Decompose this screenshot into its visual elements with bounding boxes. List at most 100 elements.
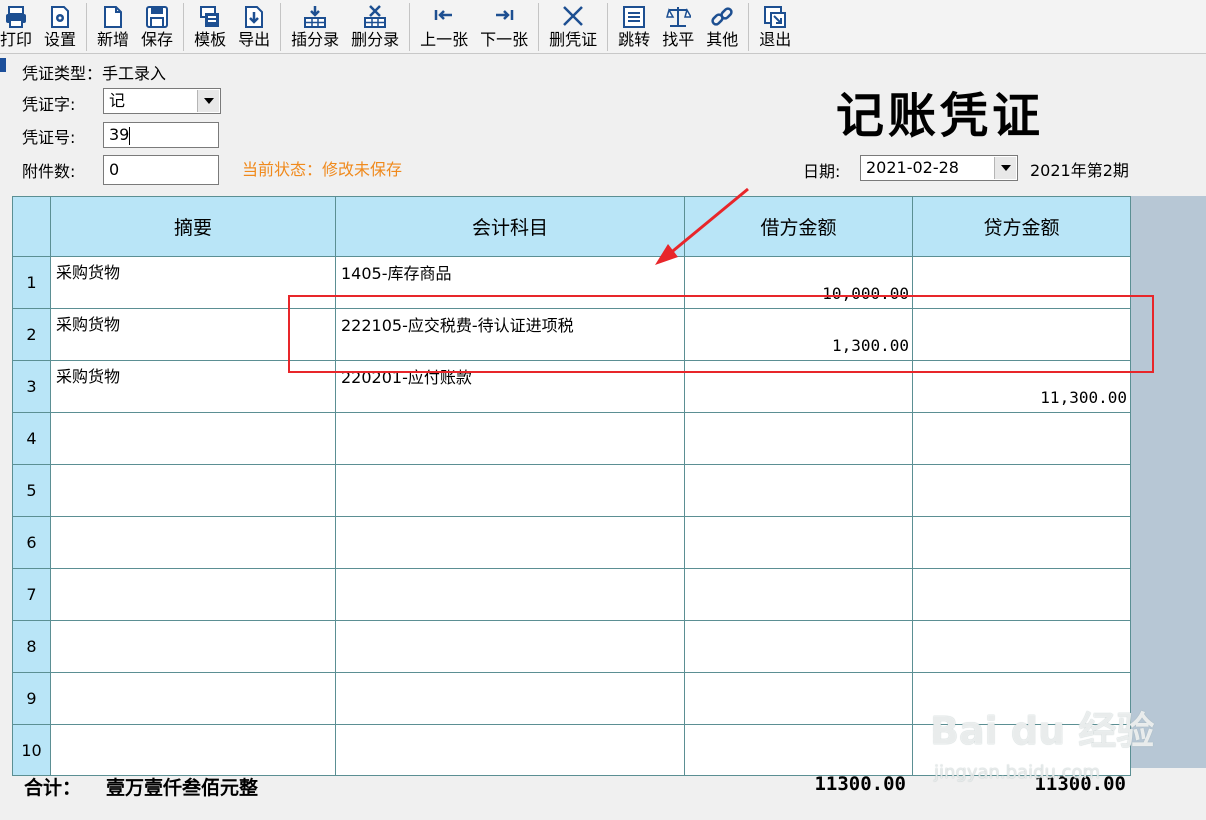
debit-cell[interactable]: 1,300.00 xyxy=(684,308,913,361)
debit-cell[interactable] xyxy=(684,724,913,776)
table-row[interactable]: 7 xyxy=(12,568,1131,621)
row-number-cell[interactable]: 6 xyxy=(12,516,51,569)
debit-cell[interactable] xyxy=(684,672,913,725)
totals-debit: 11300.00 xyxy=(814,773,906,795)
template-label: 模板 xyxy=(194,30,227,49)
chevron-down-icon[interactable] xyxy=(197,90,219,112)
previous-button[interactable]: 上一张 xyxy=(414,2,474,53)
row-number-cell[interactable]: 7 xyxy=(12,568,51,621)
account-cell[interactable] xyxy=(335,412,685,465)
delete-entry-icon xyxy=(364,5,387,28)
summary-cell[interactable] xyxy=(50,568,336,621)
template-button[interactable]: 模板 xyxy=(188,2,232,53)
account-cell[interactable] xyxy=(335,568,685,621)
table-row[interactable]: 3 采购货物 220201-应付账款 11,300.00 xyxy=(12,360,1131,413)
account-cell[interactable] xyxy=(335,620,685,673)
credit-cell[interactable] xyxy=(912,516,1131,569)
insert-entry-button[interactable]: 插分录 xyxy=(285,2,345,53)
row-number-cell[interactable]: 9 xyxy=(12,672,51,725)
debit-cell[interactable] xyxy=(684,360,913,413)
printer-icon xyxy=(6,6,26,28)
row-number-cell[interactable]: 4 xyxy=(12,412,51,465)
column-header-account[interactable]: 会计科目 xyxy=(335,196,685,257)
column-header-credit[interactable]: 贷方金额 xyxy=(912,196,1131,257)
next-button[interactable]: 下一张 xyxy=(474,2,534,53)
credit-cell[interactable] xyxy=(912,256,1131,309)
account-cell[interactable] xyxy=(335,724,685,776)
table-header-row: 摘要 会计科目 借方金额 贷方金额 xyxy=(12,196,1131,257)
row-number-cell[interactable]: 10 xyxy=(12,724,51,776)
table-row[interactable]: 1 采购货物 1405-库存商品 10,000.00 xyxy=(12,256,1131,309)
summary-cell[interactable] xyxy=(50,672,336,725)
date-picker[interactable]: 2021-02-28 xyxy=(860,155,1018,181)
account-cell[interactable]: 1405-库存商品 xyxy=(335,256,685,309)
summary-cell-text: 采购货物 xyxy=(56,367,121,386)
jump-label: 跳转 xyxy=(618,30,651,49)
table-row[interactable]: 5 xyxy=(12,464,1131,517)
row-number-cell[interactable]: 3 xyxy=(12,360,51,413)
row-number-cell[interactable]: 8 xyxy=(12,620,51,673)
summary-cell[interactable]: 采购货物 xyxy=(50,256,336,309)
account-cell[interactable] xyxy=(335,516,685,569)
balance-label: 找平 xyxy=(662,30,695,49)
credit-cell[interactable] xyxy=(912,568,1131,621)
debit-cell[interactable] xyxy=(684,568,913,621)
table-row[interactable]: 8 xyxy=(12,620,1131,673)
delete-entry-button[interactable]: 删分录 xyxy=(345,2,405,53)
summary-cell[interactable] xyxy=(50,516,336,569)
jump-button[interactable]: 跳转 xyxy=(612,2,656,53)
table-row[interactable]: 6 xyxy=(12,516,1131,569)
other-label: 其他 xyxy=(706,30,739,49)
account-cell[interactable] xyxy=(335,672,685,725)
totals-amount-words: 壹万壹仟叁佰元整 xyxy=(106,777,259,799)
row-number-cell[interactable]: 1 xyxy=(12,256,51,309)
column-header-debit[interactable]: 借方金额 xyxy=(684,196,913,257)
side-marker xyxy=(0,58,6,72)
debit-cell[interactable]: 10,000.00 xyxy=(684,256,913,309)
account-cell[interactable]: 222105-应交税费-待认证进项税 xyxy=(335,308,685,361)
exit-button[interactable]: 退出 xyxy=(753,2,797,53)
summary-cell[interactable]: 采购货物 xyxy=(50,308,336,361)
summary-cell[interactable] xyxy=(50,412,336,465)
save-button[interactable]: 保存 xyxy=(135,2,179,53)
debit-cell[interactable] xyxy=(684,412,913,465)
voucher-word-select[interactable]: 记 xyxy=(103,88,221,114)
column-header-summary[interactable]: 摘要 xyxy=(50,196,336,257)
summary-cell[interactable] xyxy=(50,724,336,776)
new-button[interactable]: 新增 xyxy=(91,2,135,53)
credit-cell[interactable] xyxy=(912,464,1131,517)
export-button[interactable]: 导出 xyxy=(232,2,276,53)
account-cell[interactable] xyxy=(335,464,685,517)
chevron-down-icon[interactable] xyxy=(994,157,1016,179)
summary-cell[interactable]: 采购货物 xyxy=(50,360,336,413)
row-number-cell[interactable]: 2 xyxy=(12,308,51,361)
summary-cell[interactable] xyxy=(50,620,336,673)
watermark-brand: Bai du 经验 xyxy=(930,709,1155,753)
account-cell[interactable]: 220201-应付账款 xyxy=(335,360,685,413)
credit-cell[interactable] xyxy=(912,412,1131,465)
debit-cell-text: 1,300.00 xyxy=(831,336,909,355)
table-row[interactable]: 2 采购货物 222105-应交税费-待认证进项税 1,300.00 xyxy=(12,308,1131,361)
save-icon xyxy=(146,6,169,28)
summary-cell[interactable] xyxy=(50,464,336,517)
settings-button[interactable]: 设置 xyxy=(38,2,82,53)
other-button[interactable]: 其他 xyxy=(700,2,744,53)
credit-cell[interactable]: 11,300.00 xyxy=(912,360,1131,413)
toolbar-separator xyxy=(280,2,282,51)
credit-cell[interactable] xyxy=(912,620,1131,673)
debit-cell[interactable] xyxy=(684,620,913,673)
voucher-table: 摘要 会计科目 借方金额 贷方金额 1 采购货物 1405-库存商品 10,000.0… xyxy=(12,196,1131,776)
voucher-word-value: 记 xyxy=(109,91,126,110)
table-row[interactable]: 4 xyxy=(12,412,1131,465)
delete-voucher-button[interactable]: 删凭证 xyxy=(543,2,603,53)
attachments-input[interactable]: 0 xyxy=(103,155,219,185)
debit-cell[interactable] xyxy=(684,516,913,569)
voucher-no-input[interactable]: 39 xyxy=(103,122,219,148)
export-icon xyxy=(245,6,264,28)
status-text: 当前状态：修改未保存 xyxy=(242,160,403,179)
print-button[interactable]: 打印 xyxy=(0,2,38,53)
credit-cell[interactable] xyxy=(912,308,1131,361)
debit-cell[interactable] xyxy=(684,464,913,517)
balance-button[interactable]: 找平 xyxy=(656,2,700,53)
row-number-cell[interactable]: 5 xyxy=(12,464,51,517)
